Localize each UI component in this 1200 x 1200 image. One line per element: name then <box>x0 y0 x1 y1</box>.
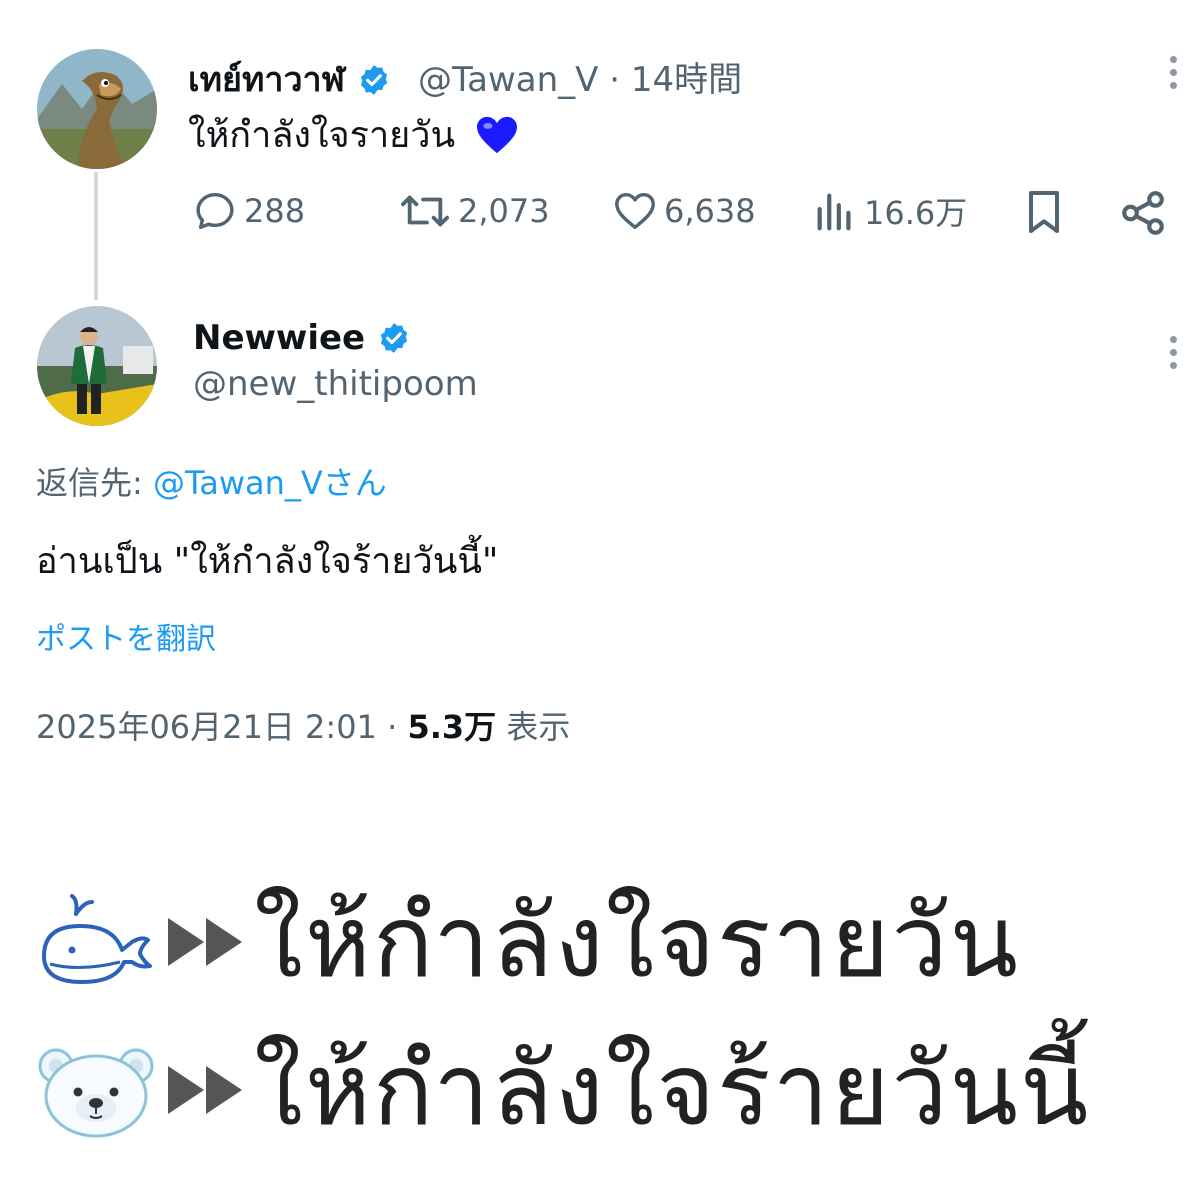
like-button[interactable]: 6,638 <box>612 188 756 234</box>
reply-bubble-icon <box>196 192 234 230</box>
reply-to-link[interactable]: @Tawan_Vさん <box>153 464 387 502</box>
reply-prefix: 返信先: <box>36 464 143 502</box>
tweet2-timestamp-row: 2025年06月21日 2:01 · 5.3万 表示 <box>36 702 570 748</box>
tweet1-handle[interactable]: @Tawan_V <box>418 60 598 100</box>
share-icon <box>1122 191 1164 235</box>
heart-outline-icon <box>615 192 655 230</box>
repost-icon <box>401 195 449 227</box>
bookmark-button[interactable] <box>1020 188 1074 236</box>
person-avatar-image <box>37 306 157 426</box>
tweet2-timestamp[interactable]: 2025年06月21日 2:01 <box>36 708 377 746</box>
tweet2-display-name[interactable]: Newwiee <box>193 318 365 358</box>
dinosaur-avatar-image <box>37 49 157 169</box>
fast-forward-icon <box>168 917 242 966</box>
thread-connector-line <box>94 172 98 300</box>
attached-image-row-1: ให้กำลังใจรายวัน <box>36 862 1020 1021</box>
tweet1-author[interactable]: เทย์ทาวาฬ <box>188 52 391 106</box>
attached-image-row-2: ให้กำลังใจร้ายวันนี้ <box>36 1010 1090 1169</box>
attached-image-text-2: ให้กำลังใจร้ายวันนี้ <box>254 1031 1091 1148</box>
tweet2-text: อ่านเป็น "ให้กำลังใจร้ายวันนี้" <box>36 541 499 582</box>
analytics-bars-icon <box>817 193 851 231</box>
tweet2-more-icon[interactable] <box>1168 336 1178 375</box>
meta-separator: · <box>387 708 398 746</box>
reply-context: 返信先: @Tawan_Vさん <box>36 458 387 504</box>
reply-button[interactable]: 288 <box>192 188 305 234</box>
bookmark-icon <box>1029 191 1059 233</box>
repost-count: 2,073 <box>458 192 550 230</box>
attached-image-text-1: ให้กำลังใจรายวัน <box>254 883 1020 1000</box>
repost-button[interactable]: 2,073 <box>398 188 550 234</box>
tweet2-author[interactable]: Newwiee <box>193 318 411 358</box>
polar-bear-icon <box>38 1048 154 1137</box>
views-count: 16.6万 <box>864 194 968 232</box>
tweet2-views-count: 5.3万 <box>407 708 497 746</box>
tweet1-text-content: ให้กำลังใจรายวัน <box>188 115 456 156</box>
fast-forward-icon <box>168 1065 242 1114</box>
share-button[interactable] <box>1118 188 1174 238</box>
tweet1-more-icon[interactable] <box>1168 56 1178 95</box>
verified-badge-icon <box>360 65 387 95</box>
like-count: 6,638 <box>664 192 756 230</box>
tweet1-text: ให้กำลังใจรายวัน <box>188 106 519 163</box>
translate-post-link[interactable]: ポストを翻訳 <box>36 614 216 658</box>
avatar-newwiee[interactable] <box>37 306 157 426</box>
tweet2-views-label: 表示 <box>506 708 571 746</box>
meta-separator: · <box>609 60 621 100</box>
tweet1-meta: @Tawan_V · 14時間 <box>418 52 742 101</box>
avatar-tawan[interactable] <box>37 49 157 169</box>
tweet1-display-name[interactable]: เทย์ทาวาฬ <box>188 60 345 100</box>
verified-badge-icon <box>380 323 408 353</box>
tweet1-time[interactable]: 14時間 <box>631 60 742 100</box>
tweet2-handle[interactable]: @new_thitipoom <box>193 364 478 404</box>
views-button[interactable]: 16.6万 <box>812 188 967 234</box>
blue-heart-icon <box>476 116 517 154</box>
reply-count: 288 <box>244 192 306 230</box>
whale-icon <box>42 893 152 984</box>
